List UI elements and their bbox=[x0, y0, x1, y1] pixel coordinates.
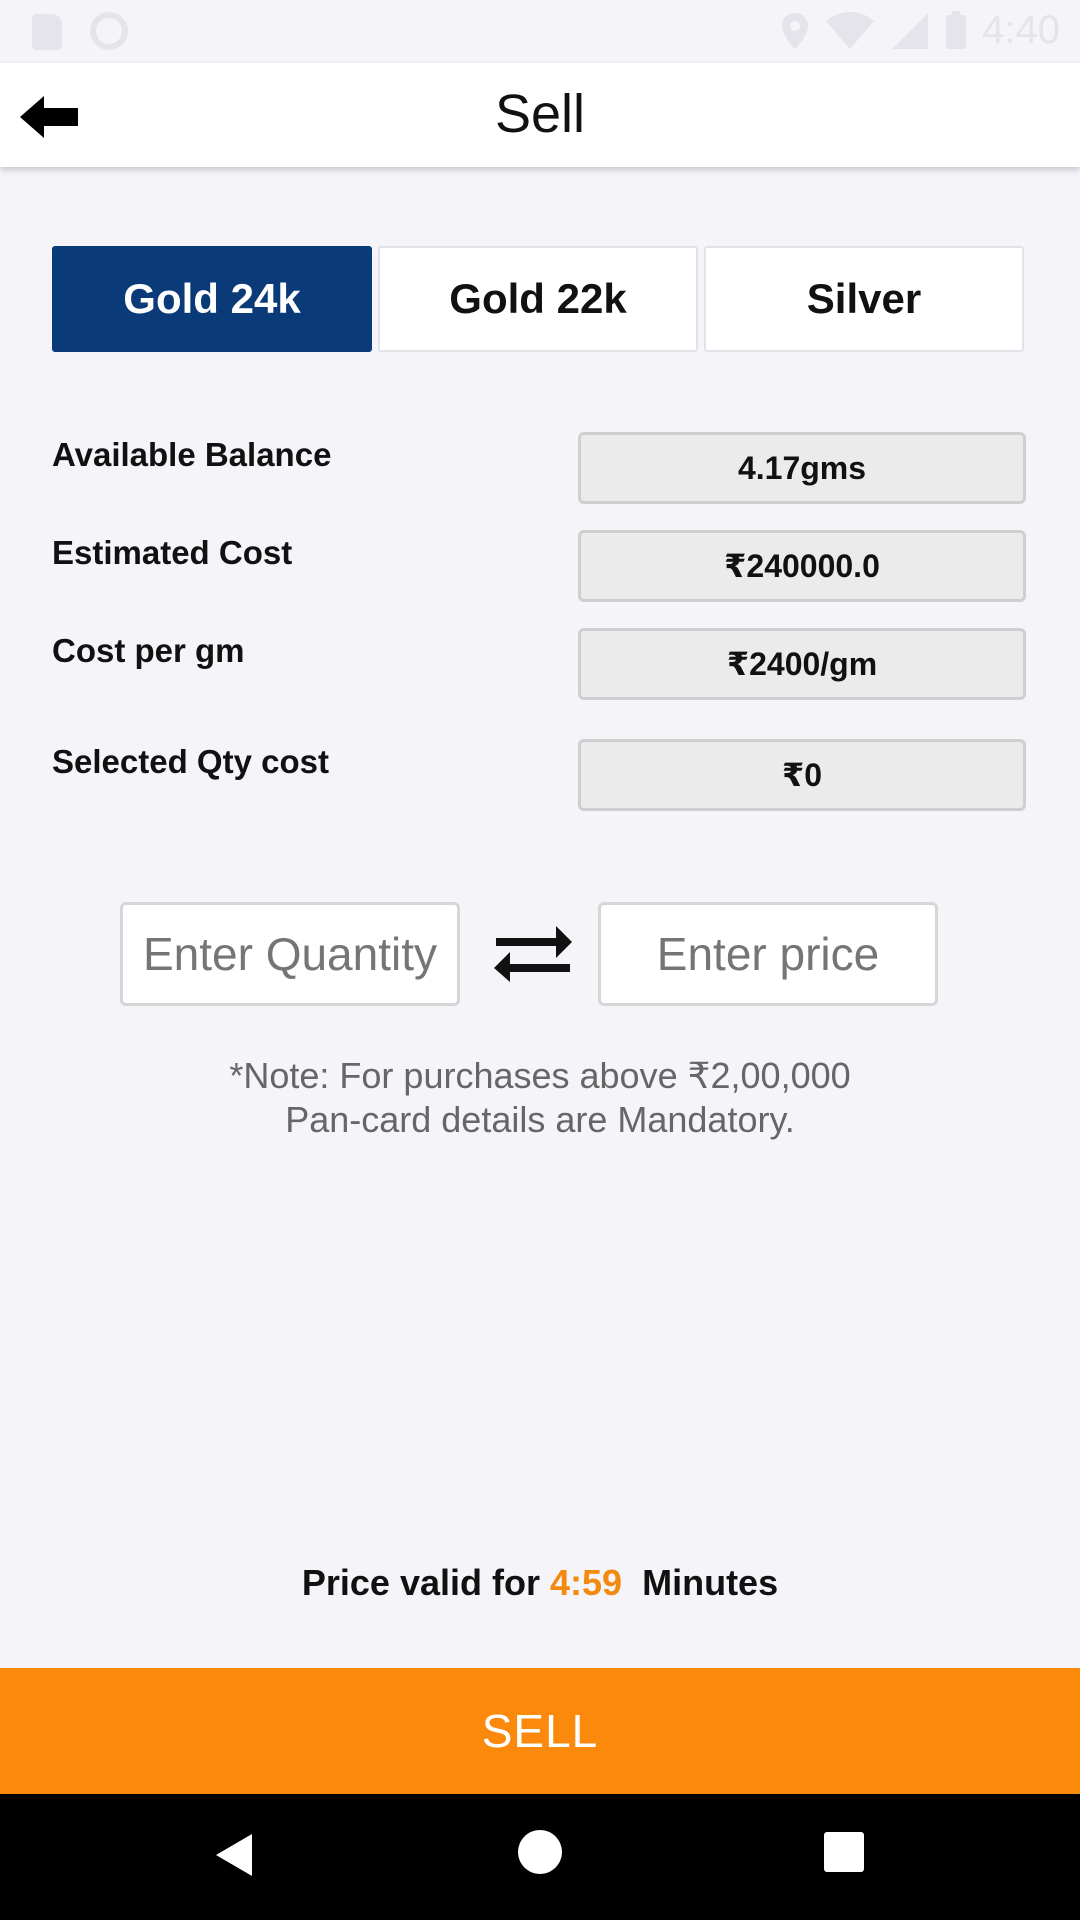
estimated-cost-row: Estimated Cost ₹240000.0 bbox=[52, 530, 1026, 602]
note-line-1: *Note: For purchases above ₹2,00,000 bbox=[229, 1055, 851, 1096]
quantity-input[interactable] bbox=[120, 902, 460, 1006]
pan-card-note: *Note: For purchases above ₹2,00,000 Pan… bbox=[0, 1054, 1080, 1142]
battery-icon bbox=[946, 10, 967, 49]
nav-recents-icon[interactable] bbox=[824, 1832, 864, 1872]
nav-home-icon[interactable] bbox=[518, 1830, 562, 1874]
wifi-icon bbox=[826, 11, 875, 49]
status-time: 4:40 bbox=[982, 8, 1060, 52]
nav-back-icon[interactable] bbox=[214, 1832, 254, 1878]
sell-button[interactable]: SELL bbox=[0, 1668, 1080, 1794]
tab-gold-22k[interactable]: Gold 22k bbox=[378, 246, 698, 352]
tab-gold-24k[interactable]: Gold 24k bbox=[52, 246, 372, 352]
metal-tabs: Gold 24k Gold 22k Silver bbox=[52, 246, 1024, 352]
page-title: Sell bbox=[494, 84, 586, 144]
selected-qty-cost-value: ₹0 bbox=[578, 739, 1026, 811]
status-icons: 4:40 bbox=[780, 8, 1060, 53]
estimated-cost-value: ₹240000.0 bbox=[578, 530, 1026, 602]
cost-per-gm-row: Cost per gm ₹2400/gm bbox=[52, 628, 1026, 700]
cost-per-gm-value: ₹2400/gm bbox=[578, 628, 1026, 700]
available-balance-value: 4.17gms bbox=[578, 432, 1026, 504]
available-balance-row: Available Balance 4.17gms bbox=[52, 432, 1026, 504]
note-line-2: Pan-card details are Mandatory. bbox=[285, 1099, 795, 1140]
location-icon bbox=[782, 12, 809, 49]
swap-arrows-icon[interactable] bbox=[492, 918, 574, 984]
tab-silver[interactable]: Silver bbox=[704, 246, 1024, 352]
validity-suffix: Minutes bbox=[642, 1562, 779, 1603]
app-bar: Sell bbox=[0, 63, 1080, 167]
cost-per-gm-label: Cost per gm bbox=[52, 632, 245, 669]
validity-timer: 4:59 bbox=[550, 1562, 623, 1603]
validity-prefix: Price valid for bbox=[301, 1562, 540, 1603]
selected-qty-cost-label: Selected Qty cost bbox=[52, 743, 329, 780]
system-nav-bar bbox=[0, 1794, 1080, 1920]
price-input[interactable] bbox=[598, 902, 938, 1006]
estimated-cost-label: Estimated Cost bbox=[52, 534, 293, 571]
sync-icon bbox=[90, 12, 128, 50]
available-balance-label: Available Balance bbox=[52, 436, 332, 473]
signal-icon bbox=[892, 12, 929, 49]
sd-card-icon bbox=[32, 14, 62, 50]
status-bar: 4:40 bbox=[0, 0, 1080, 63]
price-validity: Price valid for 4:59 Minutes bbox=[0, 1562, 1080, 1604]
selected-qty-cost-row: Selected Qty cost ₹0 bbox=[52, 739, 1026, 811]
